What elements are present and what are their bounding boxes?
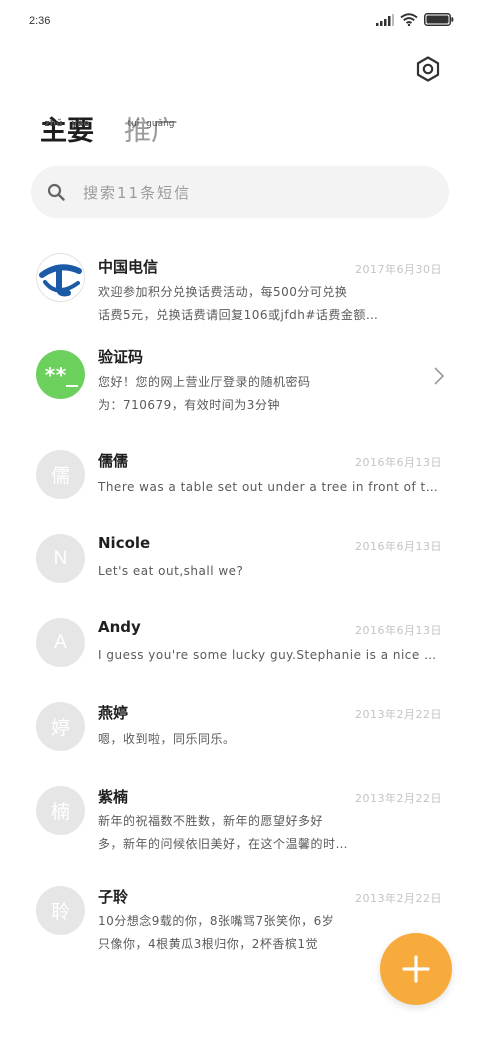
avatar-initial: N — [53, 547, 68, 569]
conversation-row[interactable]: A Andy 2016年6月13日 I guess you're some lu… — [0, 604, 480, 688]
preview-line: 欢迎参加积分兑换话费活动，每500分可兑换 — [98, 285, 348, 299]
pinyin-syllable: guǎng — [146, 119, 175, 129]
contact-name: 儒儒 — [98, 452, 129, 470]
message-preview: 新年的祝福数不胜数，新年的愿望好多好 多，新年的问候依旧美好，在这个温馨的时… — [98, 810, 438, 856]
avatar-initial: 儒 — [50, 466, 70, 487]
message-date: 2016年6月13日 — [355, 540, 442, 553]
chevron-right-icon[interactable] — [432, 366, 446, 386]
contact-name: Andy — [98, 618, 141, 636]
preview-line: There was a table set out under a tree i… — [98, 480, 438, 494]
conversation-row[interactable]: N Nicole 2016年6月13日 Let's eat out,shall … — [0, 520, 480, 604]
message-preview: 您好！您的网上营业厅登录的随机密码 为：710679，有效时间为3分钟 — [98, 371, 438, 417]
message-preview: 嗯，收到啦，同乐同乐。 — [98, 728, 438, 751]
preview-line: 多，新年的问候依旧美好，在这个温馨的时… — [98, 837, 349, 851]
conversation-row[interactable]: 儒 儒儒 2016年6月13日 There was a table set ou… — [0, 436, 480, 520]
message-date: 2016年6月13日 — [355, 624, 442, 637]
china-telecom-logo-icon — [39, 264, 82, 297]
conversation-row[interactable]: 婷 燕婷 2013年2月22日 嗯，收到啦，同乐同乐。 — [0, 688, 480, 772]
preview-line: 10分想念9载的你，8张嘴骂7张笑你，6岁 — [98, 914, 335, 928]
preview-line: 话费5元，兑换话费请回复106或jfdh#话费金额… — [98, 308, 379, 322]
message-preview: 欢迎参加积分兑换话费活动，每500分可兑换 话费5元，兑换话费请回复106或jf… — [98, 281, 438, 327]
tab-bar: zhǔ yào 主要 tuī guǎng 推广 — [40, 104, 178, 150]
contact-name: Nicole — [98, 534, 151, 552]
status-icons — [376, 13, 454, 26]
conversation-row[interactable]: 楠 紫楠 2013年2月22日 新年的祝福数不胜数，新年的愿望好多好 多，新年的… — [0, 772, 480, 856]
new-message-button[interactable] — [380, 933, 452, 1005]
avatar: 楠 — [36, 786, 85, 835]
avatar: N — [36, 534, 85, 583]
contact-name: 中国电信 — [98, 258, 159, 276]
preview-line: 嗯，收到啦，同乐同乐。 — [98, 732, 236, 746]
message-date: 2013年2月22日 — [355, 708, 442, 721]
search-icon — [47, 183, 65, 201]
message-preview: I guess you're some lucky guy.Stephanie … — [98, 644, 438, 667]
pinyin-syllable: zhǔ — [44, 119, 63, 129]
avatar-initial: 聆 — [50, 902, 70, 923]
settings-button[interactable] — [414, 55, 442, 83]
search-input[interactable]: 搜索11条短信 — [31, 166, 449, 218]
preview-line: Let's eat out,shall we? — [98, 564, 244, 578]
avatar: 聆 — [36, 886, 85, 935]
battery-icon — [424, 13, 454, 26]
avatar: 儒 — [36, 450, 85, 499]
wifi-icon — [400, 13, 418, 26]
contact-name: 燕婷 — [98, 704, 129, 722]
avatar-initial: 楠 — [50, 802, 70, 823]
signal-icon — [376, 13, 394, 26]
message-date: 2013年2月22日 — [355, 792, 442, 805]
message-preview: Let's eat out,shall we? — [98, 560, 438, 583]
conversation-row[interactable]: 中国电信 2017年6月30日 欢迎参加积分兑换话费活动，每500分可兑换 话费… — [0, 236, 480, 322]
message-preview: There was a table set out under a tree i… — [98, 476, 438, 499]
contact-name: 子聆 — [98, 888, 129, 906]
settings-icon — [416, 56, 440, 82]
contact-name: 验证码 — [98, 348, 144, 366]
conversation-list: 中国电信 2017年6月30日 欢迎参加积分兑换话费活动，每500分可兑换 话费… — [0, 236, 480, 951]
tab-promotion[interactable]: tuī guǎng 推广 — [124, 114, 178, 150]
avatar — [36, 253, 85, 302]
status-time: 2:36 — [29, 15, 51, 27]
tab-primary-pinyin: zhǔ yào — [40, 106, 94, 142]
preview-line: 您好！您的网上营业厅登录的随机密码 — [98, 375, 311, 389]
preview-line: 新年的祝福数不胜数，新年的愿望好多好 — [98, 814, 324, 828]
message-date: 2016年6月13日 — [355, 456, 442, 469]
plus-icon — [402, 955, 430, 983]
message-date: 2013年2月22日 — [355, 892, 442, 905]
avatar-initial: 婷 — [50, 718, 70, 739]
avatar: 婷 — [36, 702, 85, 751]
preview-line: I guess you're some lucky guy.Stephanie … — [98, 648, 438, 662]
search-placeholder: 搜索11条短信 — [83, 183, 192, 202]
contact-name: 紫楠 — [98, 788, 129, 806]
message-date: 2017年6月30日 — [355, 263, 442, 276]
tab-promotion-pinyin: tuī guǎng — [124, 106, 178, 142]
avatar: **_ — [36, 350, 85, 399]
preview-line: 为：710679，有效时间为3分钟 — [98, 398, 280, 412]
pinyin-syllable: yào — [71, 119, 90, 129]
avatar-initial: A — [54, 631, 67, 653]
avatar: A — [36, 618, 85, 667]
avatar-initial: **_ — [43, 362, 78, 387]
conversation-row[interactable]: **_ 验证码 您好！您的网上营业厅登录的随机密码 为：710679，有效时间为… — [0, 336, 480, 420]
pinyin-syllable: tuī — [127, 119, 140, 129]
status-bar: 2:36 — [0, 0, 480, 44]
tab-primary[interactable]: zhǔ yào 主要 — [40, 114, 94, 150]
